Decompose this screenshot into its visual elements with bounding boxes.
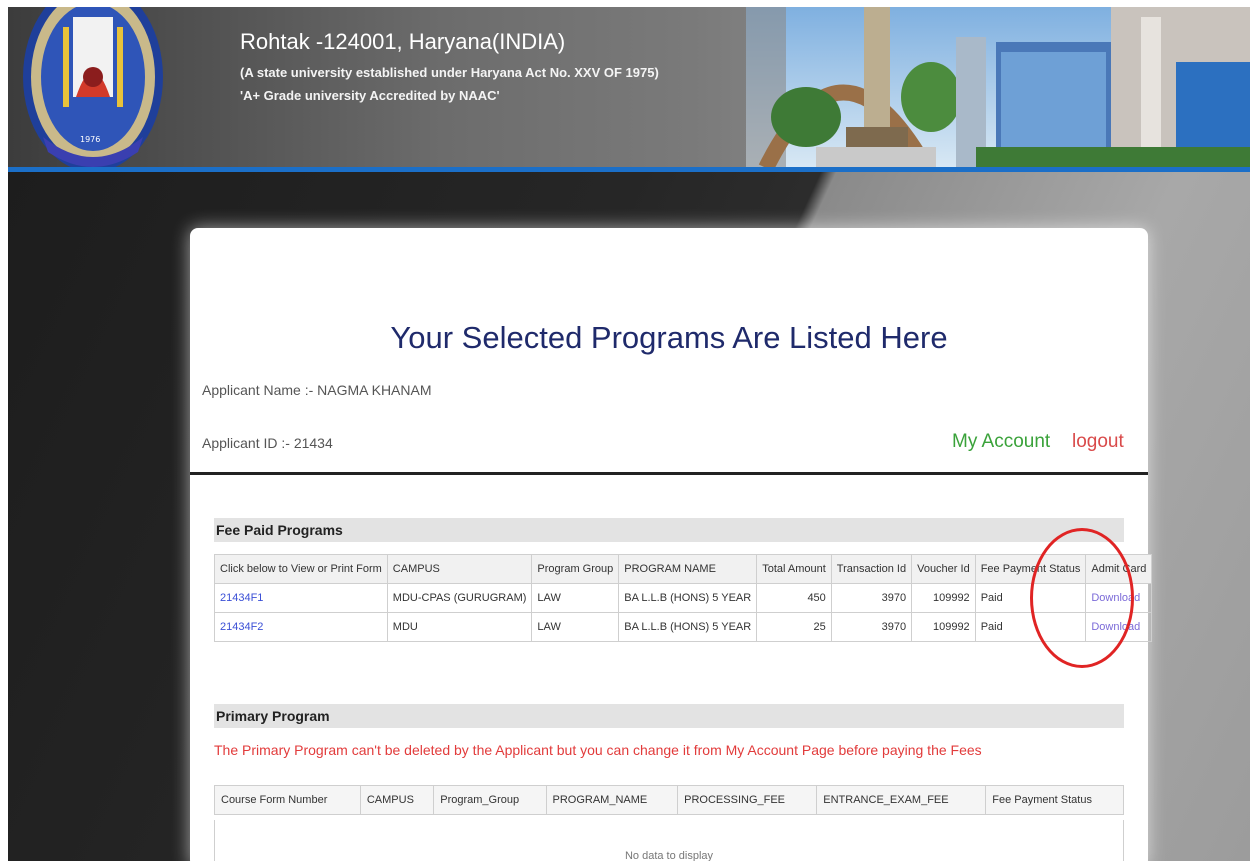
column-header: Program Group xyxy=(531,554,620,584)
university-header: 1976 Rohtak -124001, Haryana(INDIA) (A s… xyxy=(8,7,1250,168)
programs-card: Your Selected Programs Are Listed Here A… xyxy=(190,228,1153,861)
program-group-cell: LAW xyxy=(531,583,620,613)
primary-program-note: The Primary Program can't be deleted by … xyxy=(214,742,982,758)
column-header: PROGRAM NAME xyxy=(618,554,758,584)
header-text-block: Rohtak -124001, Haryana(INDIA) (A state … xyxy=(240,29,659,103)
column-header: Click below to View or Print Form xyxy=(214,554,388,584)
table-header-row: Course Form Number CAMPUS Program_Group … xyxy=(214,785,1124,815)
page-title: Your Selected Programs Are Listed Here xyxy=(390,320,948,355)
column-header: Transaction Id xyxy=(830,554,913,584)
campus-cell: MDU xyxy=(386,612,533,642)
program-group-cell: LAW xyxy=(531,612,620,642)
form-link[interactable]: 21434F1 xyxy=(220,592,263,604)
total-amount-cell: 450 xyxy=(756,583,832,613)
column-header: Course Form Number xyxy=(214,785,361,815)
header-subtitle: (A state university established under Ha… xyxy=(240,65,659,80)
annotation-circle xyxy=(1030,528,1134,668)
my-account-link[interactable]: My Account xyxy=(952,431,1050,453)
table-row: 21434F2 MDU LAW BA L.L.B (HONS) 5 YEAR 2… xyxy=(214,612,1153,642)
transaction-id-cell: 3970 xyxy=(830,583,913,613)
header-title: Rohtak -124001, Haryana(INDIA) xyxy=(240,29,566,54)
program-name-cell: BA L.L.B (HONS) 5 YEAR xyxy=(618,583,758,613)
left-margin xyxy=(0,0,8,861)
campus-cell: MDU-CPAS (GURUGRAM) xyxy=(386,583,533,613)
empty-table-message: No data to display xyxy=(214,820,1124,861)
logo-year: 1976 xyxy=(80,135,100,144)
column-header: Total Amount xyxy=(756,554,832,584)
column-header: Fee Payment Status xyxy=(985,785,1124,815)
column-header: PROGRAM_NAME xyxy=(545,785,679,815)
applicant-id: Applicant ID :- 21434 xyxy=(202,435,333,451)
transaction-id-cell: 3970 xyxy=(830,612,913,642)
header-accreditation: 'A+ Grade university Accredited by NAAC' xyxy=(240,88,500,103)
column-header: ENTRANCE_EXAM_FEE xyxy=(816,785,987,815)
table-header-row: Click below to View or Print Form CAMPUS… xyxy=(214,554,1153,584)
column-header: Program_Group xyxy=(433,785,547,815)
fee-paid-table: Click below to View or Print Form CAMPUS… xyxy=(214,554,1153,642)
voucher-id-cell: 109992 xyxy=(911,583,976,613)
column-header: CAMPUS xyxy=(359,785,435,815)
logout-link[interactable]: logout xyxy=(1072,431,1124,453)
fee-paid-heading: Fee Paid Programs xyxy=(214,518,1124,542)
column-header: CAMPUS xyxy=(386,554,533,584)
program-name-cell: BA L.L.B (HONS) 5 YEAR xyxy=(618,612,758,642)
table-row: 21434F1 MDU-CPAS (GURUGRAM) LAW BA L.L.B… xyxy=(214,583,1153,613)
voucher-id-cell: 109992 xyxy=(911,612,976,642)
column-header: Voucher Id xyxy=(911,554,976,584)
total-amount-cell: 25 xyxy=(756,612,832,642)
primary-program-table: Course Form Number CAMPUS Program_Group … xyxy=(214,785,1124,815)
primary-program-heading: Primary Program xyxy=(214,704,1124,728)
university-logo: 1976 xyxy=(23,7,163,168)
section-divider xyxy=(190,472,1148,475)
applicant-name: Applicant Name :- NAGMA KHANAM xyxy=(202,382,432,398)
form-link[interactable]: 21434F2 xyxy=(220,621,263,633)
campus-gate-photo xyxy=(746,7,1250,168)
column-header: PROCESSING_FEE xyxy=(677,785,818,815)
